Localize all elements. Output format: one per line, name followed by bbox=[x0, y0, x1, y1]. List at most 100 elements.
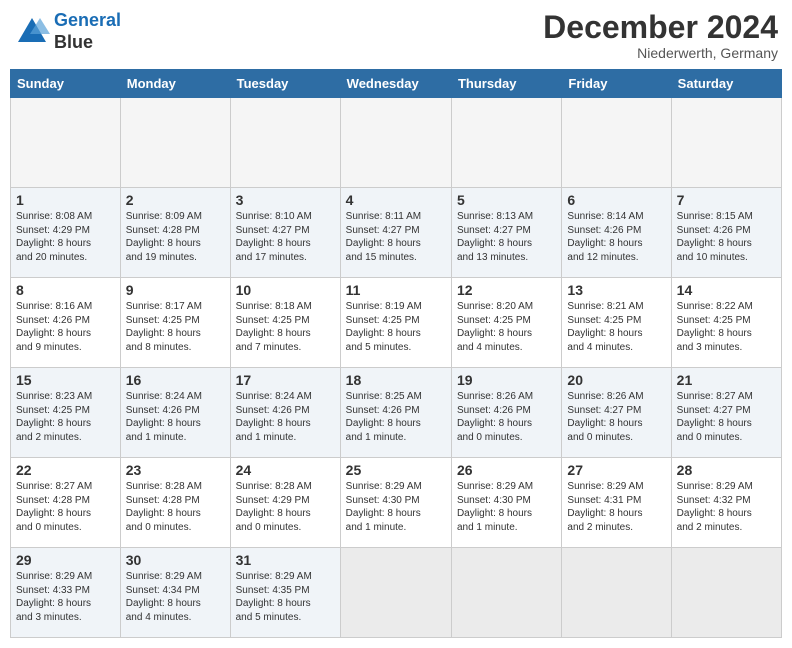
day-info: Sunrise: 8:23 AM Sunset: 4:25 PM Dayligh… bbox=[16, 390, 115, 444]
col-header-saturday: Saturday bbox=[671, 70, 781, 98]
day-cell: 10Sunrise: 8:18 AM Sunset: 4:25 PM Dayli… bbox=[230, 278, 340, 368]
day-number: 3 bbox=[236, 192, 335, 208]
logo-icon bbox=[14, 14, 50, 50]
week-row-0 bbox=[11, 98, 782, 188]
day-cell: 16 Sunrise: 8:24 AM Sunset: 4:26 PM Dayli… bbox=[120, 368, 230, 458]
logo-text: General Blue bbox=[54, 10, 121, 53]
day-cell: 1Sunrise: 8:08 AM Sunset: 4:29 PM Daylig… bbox=[11, 188, 121, 278]
day-cell: 7 Sunrise: 8:15 AM Sunset: 4:26 PM Daylig… bbox=[671, 188, 781, 278]
location: Niederwerth, Germany bbox=[543, 45, 778, 61]
day-number: 10 bbox=[236, 282, 335, 298]
calendar-table: SundayMondayTuesdayWednesdayThursdayFrid… bbox=[10, 69, 782, 638]
day-number: 13 bbox=[567, 282, 665, 298]
day-number: 22 bbox=[16, 462, 115, 478]
day-number: 24 bbox=[236, 462, 335, 478]
day-info: Sunrise: 8:26 AM Sunset: 4:26 PM Dayligh… bbox=[457, 390, 556, 444]
day-cell: 21Sunrise: 8:27 AM Sunset: 4:27 PM Dayli… bbox=[671, 368, 781, 458]
day-info: Sunrise: 8:08 AM Sunset: 4:29 PM Dayligh… bbox=[16, 210, 115, 264]
day-cell: 29Sunrise: 8:29 AM Sunset: 4:33 PM Dayli… bbox=[11, 548, 121, 638]
day-info: Sunrise: 8:26 AM Sunset: 4:27 PM Dayligh… bbox=[567, 390, 665, 444]
day-number: 29 bbox=[16, 552, 115, 568]
day-cell: 14Sunrise: 8:22 AM Sunset: 4:25 PM Dayli… bbox=[671, 278, 781, 368]
day-number: 14 bbox=[677, 282, 776, 298]
day-info: Sunrise: 8:17 AM Sunset: 4:25 PM Dayligh… bbox=[126, 300, 225, 354]
day-cell: 25Sunrise: 8:29 AM Sunset: 4:30 PM Dayli… bbox=[340, 458, 451, 548]
month-title: December 2024 bbox=[543, 10, 778, 45]
col-header-sunday: Sunday bbox=[11, 70, 121, 98]
day-cell: 20 Sunrise: 8:26 AM Sunset: 4:27 PM Dayli… bbox=[562, 368, 671, 458]
day-number: 23 bbox=[126, 462, 225, 478]
day-cell: 24 Sunrise: 8:28 AM Sunset: 4:29 PM Dayli… bbox=[230, 458, 340, 548]
day-cell: 11Sunrise: 8:19 AM Sunset: 4:25 PM Dayli… bbox=[340, 278, 451, 368]
day-cell: 27Sunrise: 8:29 AM Sunset: 4:31 PM Dayli… bbox=[562, 458, 671, 548]
page-header: General Blue December 2024 Niederwerth, … bbox=[10, 10, 782, 61]
day-cell bbox=[340, 98, 451, 188]
day-info: Sunrise: 8:29 AM Sunset: 4:32 PM Dayligh… bbox=[677, 480, 776, 534]
day-info: Sunrise: 8:15 AM Sunset: 4:26 PM Dayligh… bbox=[677, 210, 776, 264]
day-number: 16 bbox=[126, 372, 225, 388]
day-info: Sunrise: 8:28 AM Sunset: 4:29 PM Dayligh… bbox=[236, 480, 335, 534]
day-number: 18 bbox=[346, 372, 446, 388]
day-number: 17 bbox=[236, 372, 335, 388]
day-cell: 22Sunrise: 8:27 AM Sunset: 4:28 PM Dayli… bbox=[11, 458, 121, 548]
day-cell: 3 Sunrise: 8:10 AM Sunset: 4:27 PM Daylig… bbox=[230, 188, 340, 278]
day-cell: 23 Sunrise: 8:28 AM Sunset: 4:28 PM Dayli… bbox=[120, 458, 230, 548]
day-cell bbox=[671, 548, 781, 638]
title-block: December 2024 Niederwerth, Germany bbox=[543, 10, 778, 61]
day-info: Sunrise: 8:24 AM Sunset: 4:26 PM Dayligh… bbox=[236, 390, 335, 444]
day-cell: 30Sunrise: 8:29 AM Sunset: 4:34 PM Dayli… bbox=[120, 548, 230, 638]
day-cell: 18Sunrise: 8:25 AM Sunset: 4:26 PM Dayli… bbox=[340, 368, 451, 458]
week-row-2: 8 Sunrise: 8:16 AM Sunset: 4:26 PM Daylig… bbox=[11, 278, 782, 368]
day-info: Sunrise: 8:21 AM Sunset: 4:25 PM Dayligh… bbox=[567, 300, 665, 354]
day-cell bbox=[451, 98, 561, 188]
day-info: Sunrise: 8:09 AM Sunset: 4:28 PM Dayligh… bbox=[126, 210, 225, 264]
day-number: 9 bbox=[126, 282, 225, 298]
day-number: 8 bbox=[16, 282, 115, 298]
day-cell: 12Sunrise: 8:20 AM Sunset: 4:25 PM Dayli… bbox=[451, 278, 561, 368]
day-number: 20 bbox=[567, 372, 665, 388]
day-cell: 19Sunrise: 8:26 AM Sunset: 4:26 PM Dayli… bbox=[451, 368, 561, 458]
day-cell bbox=[562, 98, 671, 188]
day-info: Sunrise: 8:29 AM Sunset: 4:30 PM Dayligh… bbox=[457, 480, 556, 534]
day-cell: 6 Sunrise: 8:14 AM Sunset: 4:26 PM Daylig… bbox=[562, 188, 671, 278]
day-cell: 28 Sunrise: 8:29 AM Sunset: 4:32 PM Dayli… bbox=[671, 458, 781, 548]
col-header-friday: Friday bbox=[562, 70, 671, 98]
day-cell bbox=[120, 98, 230, 188]
day-cell: 26 Sunrise: 8:29 AM Sunset: 4:30 PM Dayli… bbox=[451, 458, 561, 548]
day-number: 5 bbox=[457, 192, 556, 208]
day-cell: 13 Sunrise: 8:21 AM Sunset: 4:25 PM Dayli… bbox=[562, 278, 671, 368]
day-number: 28 bbox=[677, 462, 776, 478]
col-header-wednesday: Wednesday bbox=[340, 70, 451, 98]
day-info: Sunrise: 8:29 AM Sunset: 4:30 PM Dayligh… bbox=[346, 480, 446, 534]
day-cell: 2Sunrise: 8:09 AM Sunset: 4:28 PM Daylig… bbox=[120, 188, 230, 278]
day-info: Sunrise: 8:13 AM Sunset: 4:27 PM Dayligh… bbox=[457, 210, 556, 264]
week-row-1: 1Sunrise: 8:08 AM Sunset: 4:29 PM Daylig… bbox=[11, 188, 782, 278]
day-info: Sunrise: 8:29 AM Sunset: 4:31 PM Dayligh… bbox=[567, 480, 665, 534]
day-number: 7 bbox=[677, 192, 776, 208]
day-number: 21 bbox=[677, 372, 776, 388]
day-info: Sunrise: 8:16 AM Sunset: 4:26 PM Dayligh… bbox=[16, 300, 115, 354]
day-cell bbox=[340, 548, 451, 638]
day-cell: 31Sunrise: 8:29 AM Sunset: 4:35 PM Dayli… bbox=[230, 548, 340, 638]
day-cell bbox=[671, 98, 781, 188]
week-row-3: 15Sunrise: 8:23 AM Sunset: 4:25 PM Dayli… bbox=[11, 368, 782, 458]
day-info: Sunrise: 8:24 AM Sunset: 4:26 PM Dayligh… bbox=[126, 390, 225, 444]
day-info: Sunrise: 8:11 AM Sunset: 4:27 PM Dayligh… bbox=[346, 210, 446, 264]
day-info: Sunrise: 8:19 AM Sunset: 4:25 PM Dayligh… bbox=[346, 300, 446, 354]
day-info: Sunrise: 8:14 AM Sunset: 4:26 PM Dayligh… bbox=[567, 210, 665, 264]
day-cell: 9 Sunrise: 8:17 AM Sunset: 4:25 PM Daylig… bbox=[120, 278, 230, 368]
day-info: Sunrise: 8:29 AM Sunset: 4:34 PM Dayligh… bbox=[126, 570, 225, 624]
day-cell bbox=[230, 98, 340, 188]
header-row: SundayMondayTuesdayWednesdayThursdayFrid… bbox=[11, 70, 782, 98]
day-number: 6 bbox=[567, 192, 665, 208]
logo: General Blue bbox=[14, 10, 121, 53]
day-cell bbox=[451, 548, 561, 638]
day-info: Sunrise: 8:29 AM Sunset: 4:35 PM Dayligh… bbox=[236, 570, 335, 624]
day-number: 26 bbox=[457, 462, 556, 478]
col-header-tuesday: Tuesday bbox=[230, 70, 340, 98]
day-info: Sunrise: 8:20 AM Sunset: 4:25 PM Dayligh… bbox=[457, 300, 556, 354]
week-row-5: 29Sunrise: 8:29 AM Sunset: 4:33 PM Dayli… bbox=[11, 548, 782, 638]
day-number: 4 bbox=[346, 192, 446, 208]
day-info: Sunrise: 8:28 AM Sunset: 4:28 PM Dayligh… bbox=[126, 480, 225, 534]
day-info: Sunrise: 8:10 AM Sunset: 4:27 PM Dayligh… bbox=[236, 210, 335, 264]
